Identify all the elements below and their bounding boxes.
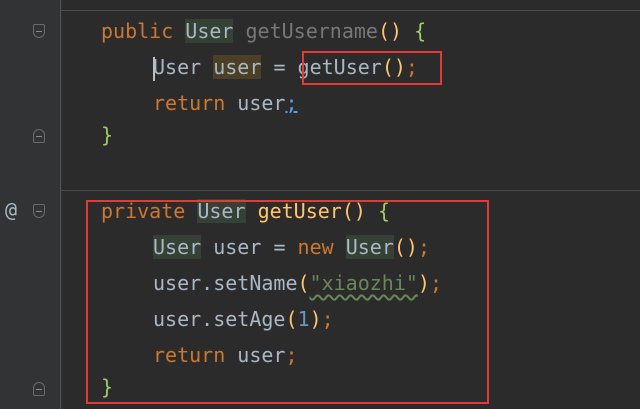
code-line[interactable]: }	[101, 117, 113, 153]
keyword-return: return	[153, 91, 226, 115]
semicolon: ;	[285, 91, 298, 115]
code-editor[interactable]: @ public User getUsername() { User user …	[0, 0, 640, 409]
keyword-public: public	[101, 19, 174, 43]
fold-marker-icon[interactable]	[33, 382, 45, 396]
code-line[interactable]: public User getUsername() {	[101, 13, 426, 49]
highlight-box-method	[86, 200, 489, 404]
gutter-separator	[60, 0, 61, 409]
method-separator	[60, 190, 640, 191]
fold-marker-icon[interactable]	[33, 24, 45, 38]
override-marker-icon[interactable]: @	[5, 198, 17, 222]
code-line[interactable]: return user;	[153, 85, 298, 121]
method-name: getUsername	[245, 19, 378, 43]
method-separator	[60, 10, 640, 11]
variable-user: user	[237, 91, 286, 115]
paren-open: (	[377, 19, 391, 43]
assign-operator: =	[273, 55, 286, 79]
fold-marker-icon[interactable]	[33, 204, 45, 218]
type-user: User	[153, 55, 202, 79]
highlight-box-call	[302, 51, 442, 85]
brace-close: }	[101, 123, 114, 147]
brace-open: {	[414, 19, 427, 43]
type-user: User	[185, 19, 234, 43]
fold-marker-icon[interactable]	[33, 129, 45, 143]
paren-close: )	[390, 19, 403, 43]
variable-user: user	[213, 55, 262, 79]
